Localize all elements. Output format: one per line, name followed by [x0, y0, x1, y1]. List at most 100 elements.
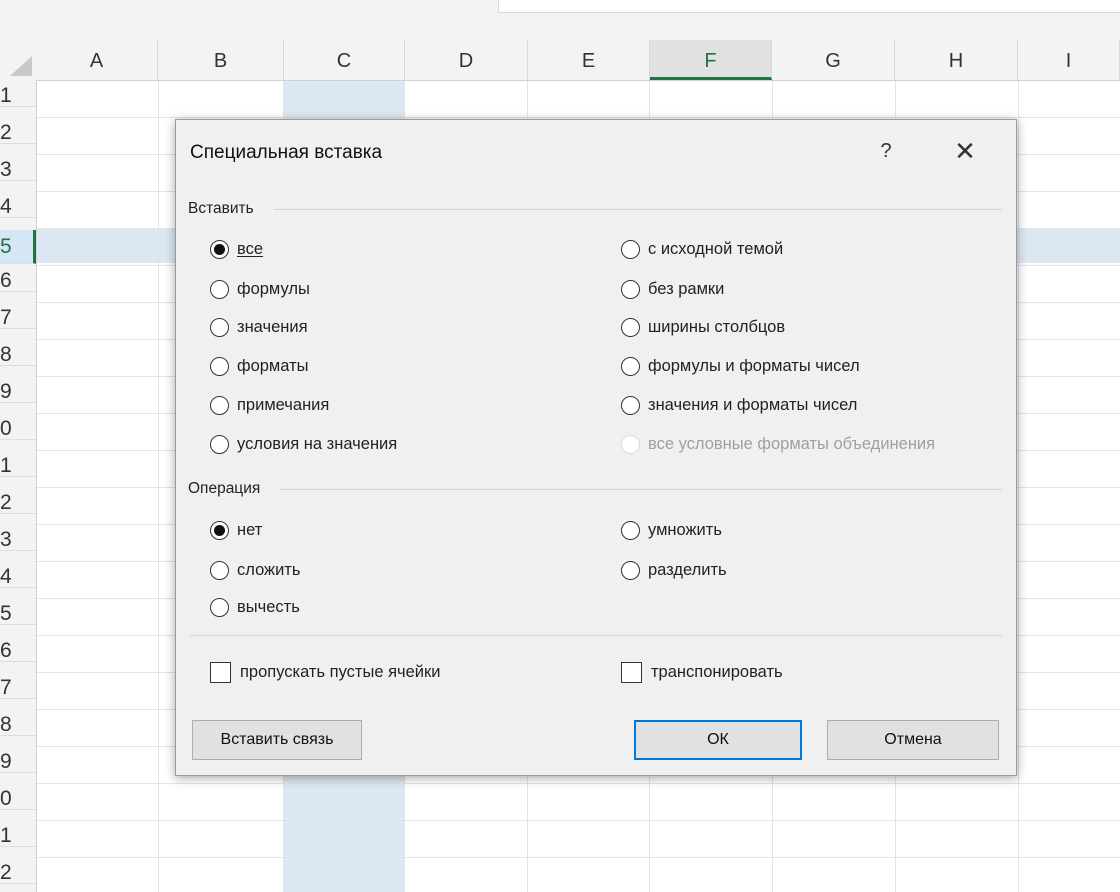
- operation-option-multiply[interactable]: умножить: [621, 516, 722, 544]
- row-header[interactable]: 4: [0, 195, 36, 218]
- row-header[interactable]: 8: [0, 343, 36, 366]
- operation-option-add[interactable]: сложить: [210, 556, 300, 584]
- ok-button[interactable]: ОК: [634, 720, 802, 760]
- option-label: разделить: [648, 560, 727, 579]
- row-header[interactable]: 0: [0, 417, 36, 440]
- paste-option-formats[interactable]: форматы: [210, 352, 309, 380]
- section-divider: [190, 635, 1002, 636]
- option-label: все условные форматы объединения: [648, 434, 936, 453]
- row-header[interactable]: 1: [0, 454, 36, 477]
- paste-option-source-theme[interactable]: с исходной темой: [621, 235, 783, 263]
- paste-link-button[interactable]: Вставить связь: [192, 720, 362, 760]
- column-header-e[interactable]: E: [528, 40, 650, 80]
- radio-button[interactable]: [210, 434, 229, 454]
- radio-button[interactable]: [210, 279, 229, 299]
- option-label: формулы и форматы чисел: [648, 356, 860, 375]
- paste-option-values[interactable]: значения: [210, 313, 308, 341]
- operation-option-divide[interactable]: разделить: [621, 556, 727, 584]
- column-header-f[interactable]: F: [650, 40, 772, 80]
- radio-button[interactable]: [621, 317, 640, 337]
- radio-button[interactable]: [210, 239, 229, 259]
- radio-button[interactable]: [621, 356, 640, 376]
- option-label: форматы: [237, 356, 309, 375]
- paste-option-formulas-number-formats[interactable]: формулы и форматы чисел: [621, 352, 860, 380]
- row-header[interactable]: 9: [0, 750, 36, 773]
- column-header-g[interactable]: G: [772, 40, 895, 80]
- radio-button[interactable]: [621, 239, 640, 259]
- row-header[interactable]: 7: [0, 306, 36, 329]
- row-header[interactable]: 3: [0, 528, 36, 551]
- row-header[interactable]: 1: [0, 84, 36, 107]
- column-header-a[interactable]: A: [36, 40, 158, 80]
- option-label: умножить: [648, 520, 722, 539]
- row-header[interactable]: 2: [0, 121, 36, 144]
- radio-button[interactable]: [210, 395, 229, 415]
- skip-blanks-checkbox[interactable]: [210, 661, 231, 683]
- radio-button[interactable]: [210, 597, 229, 617]
- paste-group-divider: [274, 209, 1002, 210]
- radio-button[interactable]: [621, 395, 640, 415]
- radio-button: [621, 434, 640, 454]
- transpose-checkbox[interactable]: [621, 661, 642, 683]
- column-header-i[interactable]: I: [1018, 40, 1120, 80]
- paste-option-column-widths[interactable]: ширины столбцов: [621, 313, 785, 341]
- radio-button[interactable]: [621, 279, 640, 299]
- row-header[interactable]: 2: [0, 491, 36, 514]
- option-label: примечания: [237, 395, 330, 414]
- operation-option-subtract[interactable]: вычесть: [210, 593, 300, 621]
- column-header-b[interactable]: B: [158, 40, 284, 80]
- radio-button[interactable]: [210, 356, 229, 376]
- row-header[interactable]: 5: [0, 602, 36, 625]
- row-header[interactable]: 6: [0, 639, 36, 662]
- radio-button[interactable]: [210, 317, 229, 337]
- radio-button[interactable]: [621, 560, 640, 580]
- dialog-title: Специальная вставка: [190, 142, 383, 163]
- help-button[interactable]: ?: [871, 134, 901, 168]
- paste-option-validation[interactable]: условия на значения: [210, 430, 397, 458]
- row-header[interactable]: 4: [0, 565, 36, 588]
- row-header[interactable]: 1: [0, 824, 36, 847]
- radio-button[interactable]: [210, 560, 229, 580]
- paste-option-all[interactable]: все: [210, 235, 263, 263]
- option-label: значения: [237, 317, 308, 336]
- cancel-button[interactable]: Отмена: [827, 720, 999, 760]
- row-header[interactable]: 3: [0, 158, 36, 181]
- formula-bar[interactable]: [498, 0, 1120, 13]
- row-header[interactable]: 7: [0, 676, 36, 699]
- option-label: формулы: [237, 279, 310, 298]
- operation-group-label: Операция: [188, 480, 261, 497]
- column-header-h[interactable]: H: [895, 40, 1018, 80]
- option-label: условия на значения: [237, 434, 398, 453]
- row-header[interactable]: 2: [0, 861, 36, 884]
- radio-selected-dot: [214, 243, 225, 255]
- option-label: ширины столбцов: [648, 317, 786, 336]
- row-header[interactable]: 9: [0, 380, 36, 403]
- transpose-checkbox-row[interactable]: транспонировать: [621, 658, 783, 686]
- close-icon: ✕: [954, 136, 976, 166]
- option-label: все: [237, 239, 264, 258]
- operation-group-divider: [280, 489, 1002, 490]
- paste-option-comments[interactable]: примечания: [210, 391, 329, 419]
- option-label: без рамки: [648, 279, 725, 298]
- radio-button[interactable]: [210, 520, 229, 540]
- row-header[interactable]: 0: [0, 787, 36, 810]
- paste-option-formulas[interactable]: формулы: [210, 275, 310, 303]
- close-button[interactable]: ✕: [948, 134, 982, 168]
- option-label: вычесть: [237, 597, 300, 616]
- column-header-c[interactable]: C: [284, 40, 405, 80]
- paste-option-no-borders[interactable]: без рамки: [621, 275, 724, 303]
- row-header[interactable]: 6: [0, 269, 36, 292]
- radio-button[interactable]: [621, 520, 640, 540]
- paste-group-label: Вставить: [188, 200, 254, 217]
- row-header[interactable]: 5: [0, 230, 36, 264]
- option-label: значения и форматы чисел: [648, 395, 858, 414]
- option-label: нет: [237, 520, 263, 539]
- row-header[interactable]: 8: [0, 713, 36, 736]
- operation-option-none[interactable]: нет: [210, 516, 262, 544]
- skip-blanks-checkbox-row[interactable]: пропускать пустые ячейки: [210, 658, 440, 686]
- paste-option-values-number-formats[interactable]: значения и форматы чисел: [621, 391, 857, 419]
- select-all-triangle-icon: [10, 56, 32, 76]
- radio-selected-dot: [214, 524, 225, 536]
- column-header-d[interactable]: D: [405, 40, 528, 80]
- paste-option-merge-conditional-formats: все условные форматы объединения: [621, 430, 935, 458]
